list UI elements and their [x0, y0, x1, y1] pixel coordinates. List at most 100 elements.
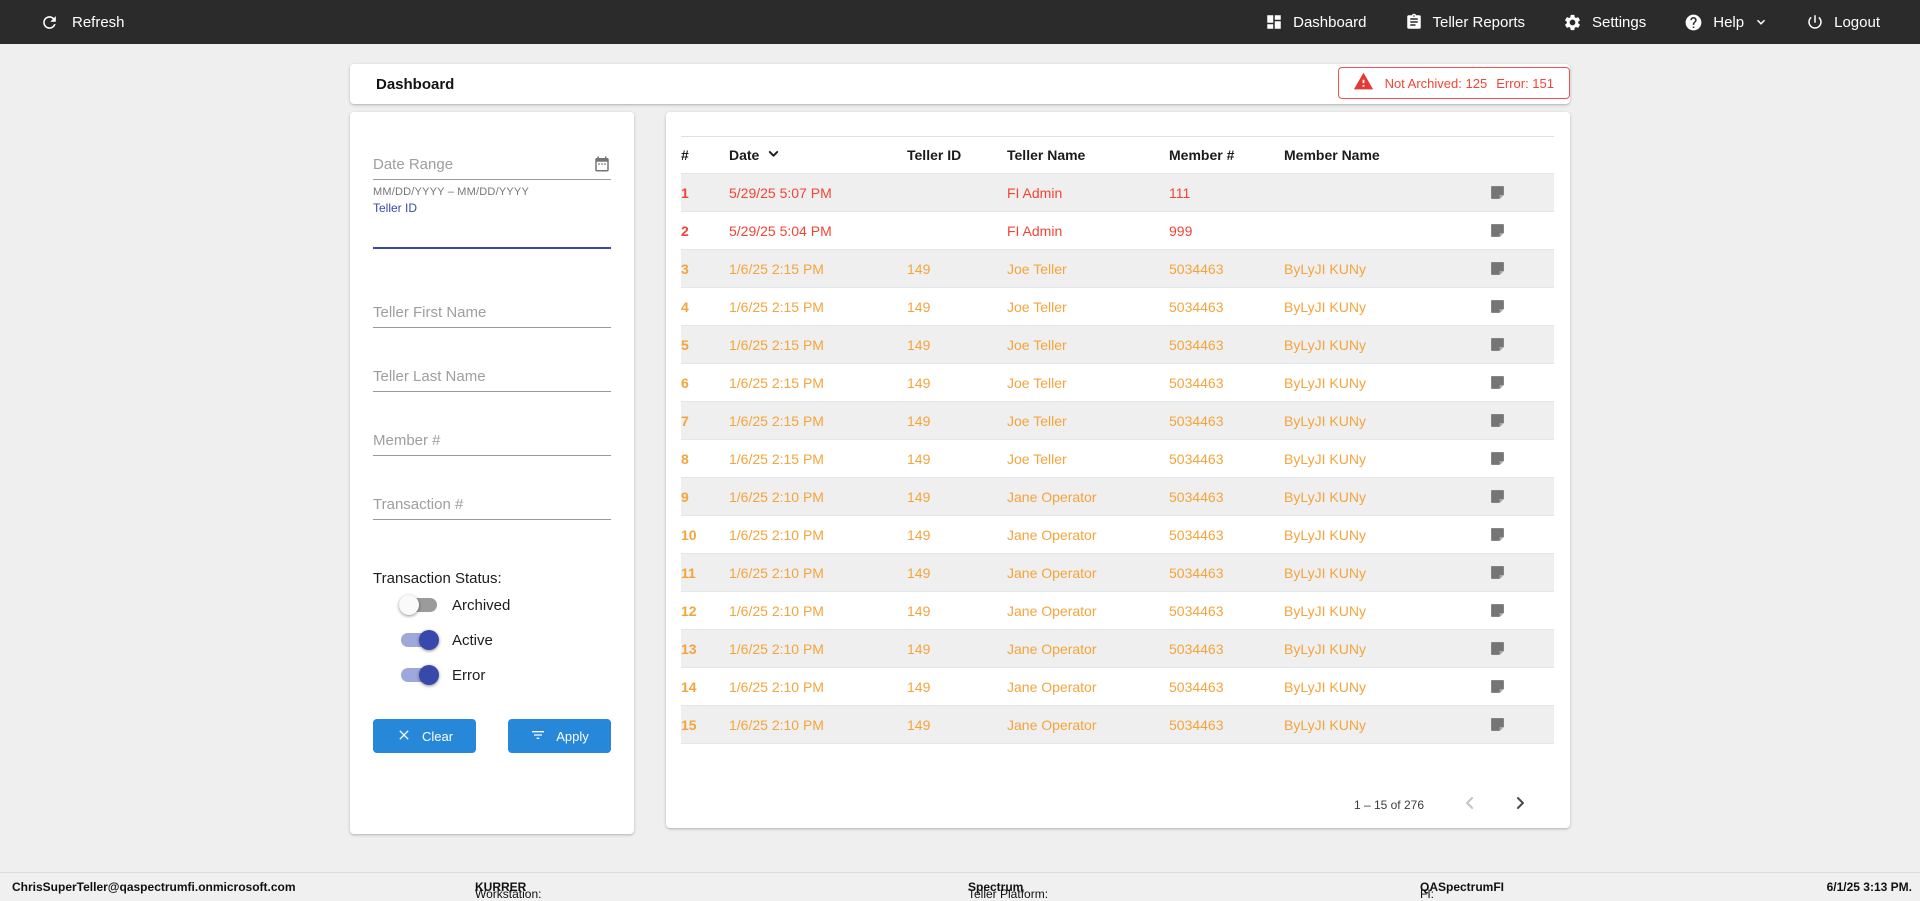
cell-member-number: 111: [1169, 184, 1191, 201]
table-row[interactable]: 1 5/29/25 5:07 PM FI Admin 111: [681, 173, 1554, 212]
cell-teller-name: Joe Teller: [1007, 260, 1067, 277]
col-date-sort[interactable]: Date: [729, 137, 907, 174]
table-row[interactable]: 7 1/6/25 2:15 PM 149 Joe Teller 5034463 …: [681, 401, 1554, 440]
table-body: 1 5/29/25 5:07 PM FI Admin 111 2 5/29/25…: [681, 173, 1554, 744]
note-button[interactable]: [1489, 440, 1554, 478]
teller-id-label: Teller ID: [373, 201, 418, 215]
table-row[interactable]: 3 1/6/25 2:15 PM 149 Joe Teller 5034463 …: [681, 249, 1554, 288]
toggle-active[interactable]: Active: [373, 623, 611, 657]
cell-row-number: 5: [681, 336, 689, 353]
toggle-error[interactable]: Error: [373, 658, 611, 692]
not-archived-count: Not Archived: 125: [1384, 75, 1488, 91]
warning-icon: [1353, 71, 1374, 95]
note-button[interactable]: [1489, 668, 1554, 706]
note-icon: [1491, 452, 1504, 466]
note-button[interactable]: [1489, 174, 1554, 212]
cell-row-number: 15: [681, 716, 697, 733]
date-range-input[interactable]: [373, 150, 611, 180]
note-button[interactable]: [1489, 592, 1554, 630]
cell-teller-id: 149: [907, 298, 931, 315]
toggle-archived[interactable]: Archived: [373, 588, 611, 622]
cell-teller-id: 149: [907, 260, 931, 277]
cell-teller-id: 149: [907, 526, 931, 543]
date-range-field: [373, 150, 611, 180]
apply-button[interactable]: Apply: [508, 719, 611, 753]
nav-settings-label: Settings: [1592, 13, 1647, 31]
teller-first-name-input[interactable]: [373, 298, 611, 328]
cell-member-number: 5034463: [1169, 564, 1224, 581]
cell-teller-name: FI Admin: [1007, 184, 1063, 201]
note-button[interactable]: [1489, 326, 1554, 364]
cell-row-number: 2: [681, 222, 689, 239]
teller-last-name-input[interactable]: [373, 362, 611, 392]
note-button[interactable]: [1489, 630, 1554, 668]
toggle-track: [401, 665, 439, 685]
nav-teller-reports[interactable]: Teller Reports: [1405, 13, 1525, 31]
cell-member-name: ByLyJI KUNy: [1284, 412, 1366, 429]
table-row[interactable]: 8 1/6/25 2:15 PM 149 Joe Teller 5034463 …: [681, 439, 1554, 478]
refresh-button[interactable]: Refresh: [40, 13, 125, 32]
table-row[interactable]: 4 1/6/25 2:15 PM 149 Joe Teller 5034463 …: [681, 287, 1554, 326]
nav-help[interactable]: Help: [1684, 13, 1768, 32]
table-row[interactable]: 15 1/6/25 2:10 PM 149 Jane Operator 5034…: [681, 705, 1554, 744]
cell-date: 1/6/25 2:15 PM: [729, 260, 824, 277]
table-row[interactable]: 10 1/6/25 2:10 PM 149 Jane Operator 5034…: [681, 515, 1554, 554]
note-button[interactable]: [1489, 250, 1554, 288]
note-button[interactable]: [1489, 288, 1554, 326]
note-icon: [1491, 262, 1504, 276]
note-icon: [1491, 566, 1504, 580]
calendar-icon[interactable]: [593, 155, 611, 176]
note-button[interactable]: [1489, 478, 1554, 516]
close-icon: [396, 727, 412, 746]
member-number-input[interactable]: [373, 426, 611, 456]
cell-row-number: 8: [681, 450, 689, 467]
cell-date: 1/6/25 2:10 PM: [729, 640, 824, 657]
nav-logout[interactable]: Logout: [1806, 13, 1880, 31]
note-button[interactable]: [1489, 706, 1554, 744]
clear-button[interactable]: Clear: [373, 719, 476, 753]
cell-member-name: ByLyJI KUNy: [1284, 374, 1366, 391]
previous-page-button[interactable]: [1460, 793, 1480, 816]
refresh-label: Refresh: [72, 13, 125, 31]
cell-member-name: ByLyJI KUNy: [1284, 640, 1366, 657]
note-button[interactable]: [1489, 402, 1554, 440]
transaction-number-input[interactable]: [373, 490, 611, 520]
cell-member-number: 5034463: [1169, 716, 1224, 733]
cell-member-number: 5034463: [1169, 450, 1224, 467]
main-content: Dashboard Not Archived: 125 Error: 151 M…: [350, 64, 1570, 834]
error-count: Error: 151: [1496, 75, 1554, 91]
cell-teller-name: Joe Teller: [1007, 450, 1067, 467]
cell-teller-name: Joe Teller: [1007, 336, 1067, 353]
table-row[interactable]: 5 1/6/25 2:15 PM 149 Joe Teller 5034463 …: [681, 325, 1554, 364]
note-icon: [1491, 300, 1504, 314]
table-row[interactable]: 9 1/6/25 2:10 PM 149 Jane Operator 50344…: [681, 477, 1554, 516]
col-teller-id: Teller ID: [907, 147, 962, 163]
table-row[interactable]: 11 1/6/25 2:10 PM 149 Jane Operator 5034…: [681, 553, 1554, 592]
page-title: Dashboard: [376, 75, 455, 93]
cell-teller-id: 149: [907, 412, 931, 429]
cell-row-number: 9: [681, 488, 689, 505]
filter-panel: MM/DD/YYYY – MM/DD/YYYY Teller ID Transa…: [350, 112, 634, 834]
table-row[interactable]: 6 1/6/25 2:15 PM 149 Joe Teller 5034463 …: [681, 363, 1554, 402]
alert-badge[interactable]: Not Archived: 125 Error: 151: [1337, 67, 1570, 99]
note-button[interactable]: [1489, 212, 1554, 250]
nav-settings[interactable]: Settings: [1563, 13, 1646, 32]
col-date-label: Date: [729, 147, 760, 163]
power-icon: [1806, 13, 1824, 31]
next-page-button[interactable]: [1510, 793, 1530, 816]
teller-id-input[interactable]: [373, 215, 611, 249]
note-button[interactable]: [1489, 364, 1554, 402]
table-row[interactable]: 2 5/29/25 5:04 PM FI Admin 999: [681, 211, 1554, 250]
cell-date: 5/29/25 5:04 PM: [729, 222, 832, 239]
nav-logout-label: Logout: [1834, 13, 1880, 31]
nav-help-label: Help: [1713, 13, 1745, 31]
note-button[interactable]: [1489, 516, 1554, 554]
table-row[interactable]: 12 1/6/25 2:10 PM 149 Jane Operator 5034…: [681, 591, 1554, 630]
nav-dashboard[interactable]: Dashboard: [1265, 13, 1367, 31]
table-row[interactable]: 14 1/6/25 2:10 PM 149 Jane Operator 5034…: [681, 667, 1554, 706]
table-row[interactable]: 13 1/6/25 2:10 PM 149 Jane Operator 5034…: [681, 629, 1554, 668]
cell-member-number: 5034463: [1169, 412, 1224, 429]
cell-teller-id: [907, 174, 1007, 212]
help-icon: [1684, 13, 1703, 32]
note-button[interactable]: [1489, 554, 1554, 592]
